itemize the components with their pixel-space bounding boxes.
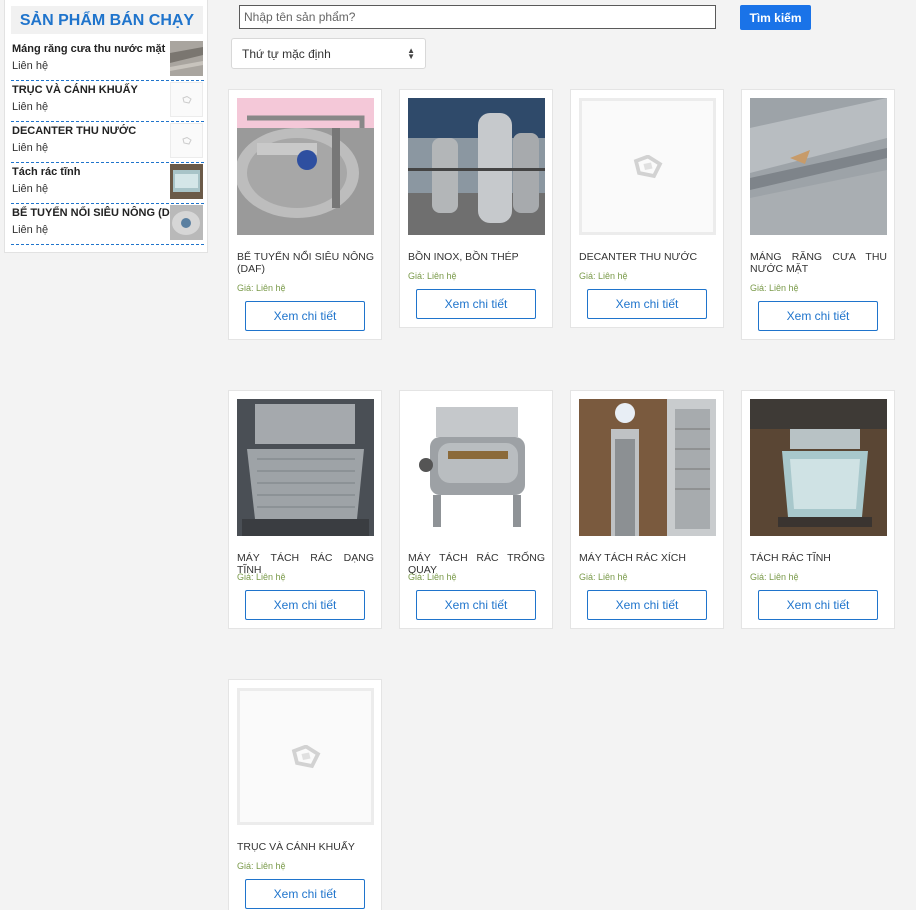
product-image[interactable] bbox=[579, 98, 716, 235]
best-seller-thumbnail[interactable] bbox=[170, 164, 203, 199]
product-price: Giá: Liên hệ bbox=[237, 572, 286, 582]
view-details-button[interactable]: Xem chi tiết bbox=[416, 289, 536, 319]
product-card: MÁNG RĂNG CƯA THU NƯỚC MẶT Giá: Liên hệ … bbox=[741, 89, 895, 340]
best-seller-item[interactable]: BỂ TUYỂN NỔI SIÊU NÔNG (DAF) Liên hệ bbox=[11, 204, 204, 245]
best-seller-name[interactable]: TRỤC VÀ CÁNH KHUẤY bbox=[12, 84, 162, 96]
product-price: Giá: Liên hệ bbox=[750, 283, 799, 293]
product-image[interactable] bbox=[237, 98, 374, 235]
product-name[interactable]: BỂ TUYỂN NỔI SIÊU NÔNG (DAF) bbox=[237, 251, 374, 275]
view-details-button[interactable]: Xem chi tiết bbox=[758, 301, 878, 331]
product-card: BỒN INOX, BỒN THÉP Giá: Liên hệ Xem chi … bbox=[399, 89, 553, 328]
image-placeholder-icon bbox=[633, 154, 662, 178]
sort-caret-icon: ▲ ▼ bbox=[407, 46, 415, 61]
product-card: MÁY TÁCH RÁC DẠNG TĨNH Giá: Liên hệ Xem … bbox=[228, 390, 382, 629]
product-card: DECANTER THU NƯỚC Giá: Liên hệ Xem chi t… bbox=[570, 89, 724, 328]
product-price: Giá: Liên hệ bbox=[579, 572, 628, 582]
best-seller-item[interactable]: TRỤC VÀ CÁNH KHUẤY Liên hệ bbox=[11, 81, 204, 122]
product-name[interactable]: TÁCH RÁC TĨNH bbox=[750, 552, 887, 564]
product-price: Giá: Liên hệ bbox=[408, 271, 457, 281]
product-card: BỂ TUYỂN NỔI SIÊU NÔNG (DAF) Giá: Liên h… bbox=[228, 89, 382, 340]
best-seller-item[interactable]: Máng răng cưa thu nước mặt Liên hệ bbox=[11, 40, 204, 81]
product-price: Giá: Liên hệ bbox=[579, 271, 628, 281]
view-details-button[interactable]: Xem chi tiết bbox=[416, 590, 536, 620]
best-seller-price: Liên hệ bbox=[12, 142, 49, 154]
sort-selected-value: Thứ tự mặc định bbox=[242, 47, 331, 61]
search-button[interactable]: Tìm kiếm bbox=[740, 5, 811, 30]
product-price: Giá: Liên hệ bbox=[237, 283, 286, 293]
product-name[interactable]: TRỤC VÀ CÁNH KHUẤY bbox=[237, 841, 374, 853]
product-price: Giá: Liên hệ bbox=[237, 861, 286, 871]
best-seller-price: Liên hệ bbox=[12, 101, 49, 113]
best-seller-thumbnail[interactable] bbox=[170, 205, 203, 240]
product-card: TÁCH RÁC TĨNH Giá: Liên hệ Xem chi tiết bbox=[741, 390, 895, 629]
best-seller-thumbnail[interactable] bbox=[170, 82, 203, 117]
product-image[interactable] bbox=[408, 399, 545, 536]
product-price: Giá: Liên hệ bbox=[408, 572, 457, 582]
product-card: MÁY TÁCH RÁC XÍCH Giá: Liên hệ Xem chi t… bbox=[570, 390, 724, 629]
product-name[interactable]: MÁY TÁCH RÁC XÍCH bbox=[579, 552, 716, 564]
best-seller-item[interactable]: Tách rác tĩnh Liên hệ bbox=[11, 163, 204, 204]
image-placeholder-icon bbox=[291, 744, 320, 768]
best-seller-price: Liên hệ bbox=[12, 224, 49, 236]
product-image[interactable] bbox=[237, 399, 374, 536]
view-details-button[interactable]: Xem chi tiết bbox=[587, 590, 707, 620]
product-name[interactable]: MÁNG RĂNG CƯA THU NƯỚC MẶT bbox=[750, 251, 887, 275]
product-image[interactable] bbox=[750, 399, 887, 536]
view-details-button[interactable]: Xem chi tiết bbox=[245, 879, 365, 909]
best-seller-price: Liên hệ bbox=[12, 60, 49, 72]
product-name[interactable]: BỒN INOX, BỒN THÉP bbox=[408, 251, 545, 263]
product-image[interactable] bbox=[750, 98, 887, 235]
product-card: TRỤC VÀ CÁNH KHUẤY Giá: Liên hệ Xem chi … bbox=[228, 679, 382, 910]
product-price: Giá: Liên hệ bbox=[750, 572, 799, 582]
best-seller-thumbnail[interactable] bbox=[170, 123, 203, 158]
view-details-button[interactable]: Xem chi tiết bbox=[587, 289, 707, 319]
search-input[interactable] bbox=[239, 5, 716, 29]
product-image[interactable] bbox=[579, 399, 716, 536]
best-seller-price: Liên hệ bbox=[12, 183, 49, 195]
product-image[interactable] bbox=[408, 98, 545, 235]
best-sellers-sidebar: SẢN PHẨM BÁN CHẠY Máng răng cưa thu nước… bbox=[4, 0, 208, 253]
best-seller-name[interactable]: BỂ TUYỂN NỔI SIÊU NÔNG (DAF) bbox=[12, 207, 188, 219]
sort-select[interactable]: Thứ tự mặc định ▲ ▼ bbox=[231, 38, 426, 69]
sidebar-title: SẢN PHẨM BÁN CHẠY bbox=[11, 6, 203, 34]
product-name[interactable]: DECANTER THU NƯỚC bbox=[579, 251, 716, 263]
view-details-button[interactable]: Xem chi tiết bbox=[245, 301, 365, 331]
best-seller-name[interactable]: Máng răng cưa thu nước mặt bbox=[12, 43, 165, 55]
product-card: MÁY TÁCH RÁC TRỐNG QUAY Giá: Liên hệ Xem… bbox=[399, 390, 553, 629]
best-seller-name[interactable]: DECANTER THU NƯỚC bbox=[12, 125, 162, 137]
best-seller-name[interactable]: Tách rác tĩnh bbox=[12, 166, 162, 178]
product-image[interactable] bbox=[237, 688, 374, 825]
best-seller-item[interactable]: DECANTER THU NƯỚC Liên hệ bbox=[11, 122, 204, 163]
view-details-button[interactable]: Xem chi tiết bbox=[758, 590, 878, 620]
best-seller-thumbnail[interactable] bbox=[170, 41, 203, 76]
view-details-button[interactable]: Xem chi tiết bbox=[245, 590, 365, 620]
